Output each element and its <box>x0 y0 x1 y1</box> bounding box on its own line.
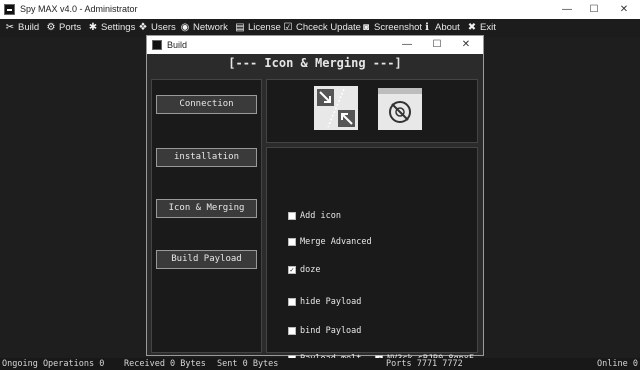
bind-payload-checkbox[interactable] <box>288 327 296 335</box>
dialog-title-bar: Build — ☐ ✕ <box>147 36 483 54</box>
add-icon-checkbox[interactable] <box>288 212 296 220</box>
menu-network-label: Network <box>193 22 228 33</box>
menu-license-label: License <box>248 22 281 33</box>
doze-checkbox[interactable]: ✓ <box>288 266 296 274</box>
menu-ports[interactable]: ⚙ Ports <box>45 19 82 37</box>
window-title-bar: Spy MAX v4.0 - Administrator — ☐ ✕ <box>0 0 640 19</box>
ongoing-operations: Ongoing Operations 0 <box>2 359 105 369</box>
gear-icon: ✱ <box>88 22 98 33</box>
merge-advanced-label: Merge Advanced <box>300 237 372 247</box>
wrench-icon: ✂ <box>5 22 15 33</box>
status-bar: Ongoing Operations 0 Received 0 Bytes Se… <box>0 358 640 370</box>
hide-payload-label: hide Payload <box>300 297 362 307</box>
online-count: Online 0 <box>597 359 638 369</box>
window-title: Spy MAX v4.0 - Administrator <box>20 4 138 14</box>
close-button[interactable]: ✕ <box>610 0 638 19</box>
plug-icon: ⚙ <box>46 22 56 33</box>
menu-exit-label: Exit <box>480 22 496 33</box>
menu-screenshot-label: Screenshot <box>374 22 423 33</box>
maximize-button[interactable]: ☐ <box>580 0 608 19</box>
icon-merging-button[interactable]: Icon & Merging <box>156 199 257 218</box>
dialog-close-button[interactable]: ✕ <box>454 36 478 54</box>
menu-settings-label: Settings <box>101 22 136 33</box>
merge-arrows-icon[interactable] <box>314 86 358 130</box>
hide-eye-icon[interactable] <box>378 88 422 130</box>
build-dialog: Build — ☐ ✕ [--- Icon & Merging ---] Con… <box>146 35 484 364</box>
menu-ports-label: Ports <box>59 22 82 33</box>
dialog-app-icon <box>152 40 162 50</box>
icon-panel <box>266 79 478 143</box>
menu-build-label: Build <box>18 22 40 33</box>
menu-check-update-label: Chceck Update <box>296 22 361 33</box>
add-icon-label: Add icon <box>300 211 341 221</box>
dialog-title: Build <box>167 40 188 50</box>
section-heading: [--- Icon & Merging ---] <box>228 56 402 70</box>
menu-settings[interactable]: ✱ Settings <box>87 19 136 37</box>
menu-users-label: Users <box>151 22 176 33</box>
connection-button[interactable]: Connection <box>156 95 257 114</box>
nav-panel: Connection installation Icon & Merging B… <box>151 79 262 353</box>
minimize-button[interactable]: — <box>553 0 581 19</box>
installation-button[interactable]: installation <box>156 148 257 167</box>
dialog-minimize-button[interactable]: — <box>395 36 419 54</box>
sent-bytes: Sent 0 Bytes <box>217 359 279 369</box>
bind-payload-label: bind Payload <box>300 326 362 336</box>
menu-about-label: About <box>435 22 460 33</box>
app-logo-icon <box>4 4 15 15</box>
merge-advanced-checkbox[interactable] <box>288 238 296 246</box>
dialog-maximize-button[interactable]: ☐ <box>425 36 449 54</box>
menu-build[interactable]: ✂ Build <box>4 19 39 37</box>
ports-status: Ports 7771 7772 <box>386 359 463 369</box>
received-bytes: Received 0 Bytes <box>124 359 206 369</box>
doze-label: doze <box>300 265 321 275</box>
build-payload-button[interactable]: Build Payload <box>156 250 257 269</box>
hide-payload-checkbox[interactable] <box>288 298 296 306</box>
options-panel: Add icon Merge Advanced ✓ doze hide Payl… <box>266 147 478 364</box>
